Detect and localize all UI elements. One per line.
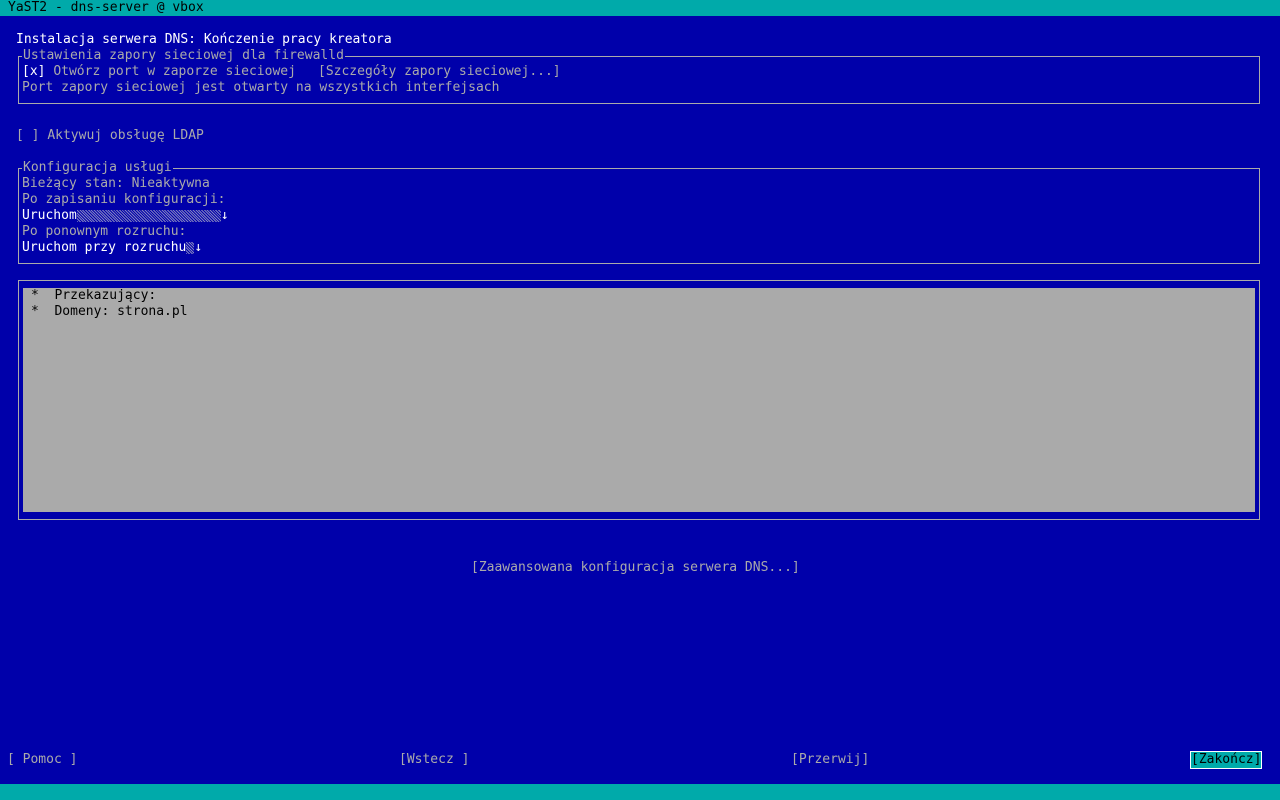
bullet-icon: * — [31, 288, 39, 303]
open-port-checkbox[interactable]: [x] — [22, 64, 45, 79]
dropdown-arrow-icon: ↓ — [194, 240, 203, 255]
window-title-bar: YaST2 - dns-server @ vbox — [0, 0, 1280, 16]
firewall-details-button[interactable]: [Szczegóły zapory sieciowej...] — [318, 64, 561, 80]
after-reboot-label: Po ponownym rozruchu: — [22, 224, 187, 239]
after-save-label: Po zapisaniu konfiguracji: — [22, 192, 226, 207]
ldap-label[interactable]: Aktywuj obsługę LDAP — [47, 128, 204, 143]
after-reboot-dropdown[interactable]: Uruchom przy rozruchu ↓ — [22, 240, 202, 256]
bullet-icon: * — [31, 304, 39, 319]
firewall-status-text: Port zapory sieciowej jest otwarty na ws… — [22, 80, 500, 95]
service-config-legend: Konfiguracja usługi — [22, 160, 173, 176]
finish-button[interactable]: [Zakończ] — [1189, 751, 1263, 769]
open-port-label[interactable]: Otwórz port w zaporze sieciowej — [53, 64, 296, 79]
help-button[interactable]: [ Pomoc ] — [7, 752, 77, 768]
ldap-checkbox[interactable]: [ ] — [16, 128, 39, 143]
advanced-config-button[interactable]: [Zaawansowana konfiguracja serwera DNS..… — [471, 560, 800, 576]
back-button[interactable]: [Wstecz ] — [399, 752, 469, 768]
ldap-row: [ ] Aktywuj obsługę LDAP — [16, 128, 204, 144]
after-reboot-value: Uruchom przy rozruchu — [22, 240, 187, 255]
summary-item-text: Przekazujący: — [54, 288, 157, 303]
after-save-value: Uruchom — [22, 208, 77, 223]
firewall-settings-legend: Ustawienia zapory sieciowej dla firewall… — [22, 48, 345, 64]
page-title: Instalacja serwera DNS: Kończenie pracy … — [16, 32, 392, 47]
summary-item: * Domeny: strona.pl — [31, 304, 188, 320]
open-port-row: [x] Otwórz port w zaporze sieciowej — [22, 64, 296, 80]
window-title: YaST2 - dns-server @ vbox — [8, 0, 204, 15]
abort-button[interactable]: [Przerwij] — [791, 752, 869, 768]
dropdown-fill — [76, 209, 221, 222]
bottom-status-bar — [0, 784, 1280, 800]
summary-panel[interactable]: * Przekazujący: * Domeny: strona.pl — [23, 288, 1255, 512]
summary-item: * Przekazujący: — [31, 288, 156, 304]
dropdown-arrow-icon: ↓ — [220, 208, 229, 223]
summary-item-text: Domeny: strona.pl — [54, 304, 188, 319]
after-save-dropdown[interactable]: Uruchom ↓ — [22, 208, 229, 224]
service-current-state: Bieżący stan: Nieaktywna — [22, 176, 210, 191]
